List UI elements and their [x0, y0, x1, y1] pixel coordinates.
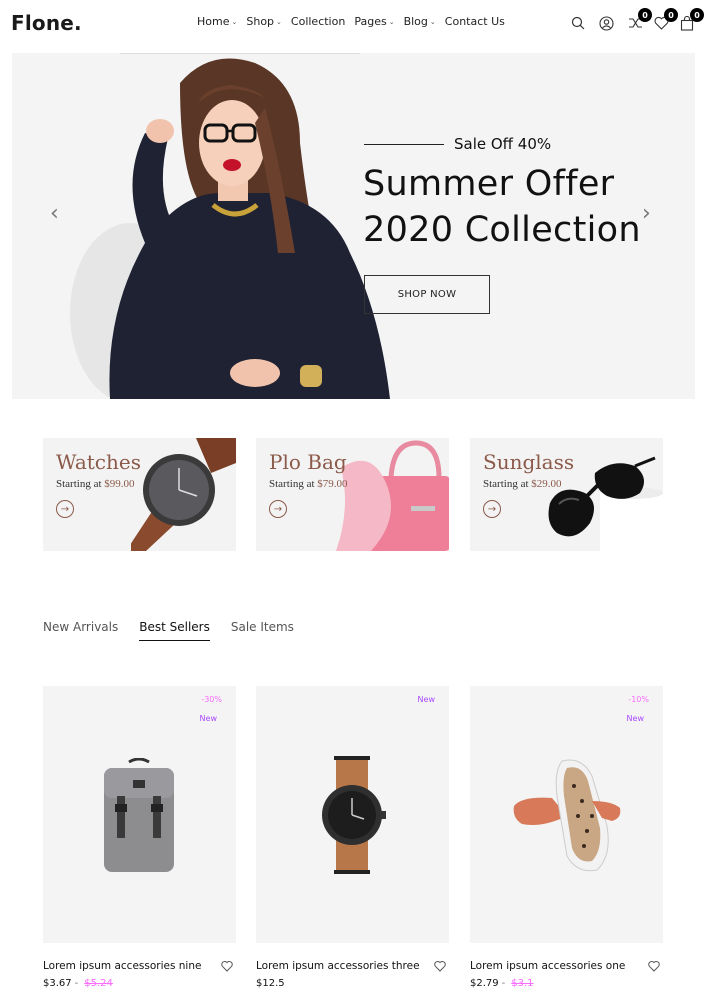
- banner-subtitle: Starting at $79.00: [269, 478, 348, 490]
- nav-item-home[interactable]: Home ⌄: [197, 15, 237, 28]
- slider-prev-arrow[interactable]: ‹: [50, 201, 59, 226]
- hero-title: Summer Offer 2020 Collection: [363, 161, 641, 253]
- heart-icon[interactable]: [221, 960, 233, 972]
- search-icon[interactable]: [569, 14, 587, 32]
- nav-label: Blog: [403, 15, 428, 28]
- header-icons: 0 0 0: [568, 8, 708, 36]
- wishlist-icon[interactable]: 0: [652, 8, 678, 32]
- cart-count-badge: 0: [690, 8, 704, 22]
- wishlist-count-badge: 0: [664, 8, 678, 22]
- product-tabs: New Arrivals Best Sellers Sale Items: [43, 620, 315, 641]
- arrow-right-icon[interactable]: →: [269, 500, 287, 518]
- price-separator: -: [74, 978, 79, 989]
- heart-icon[interactable]: [648, 960, 660, 972]
- banner-price: $79.00: [317, 478, 348, 490]
- slider-next-arrow[interactable]: ›: [642, 201, 651, 226]
- product-card[interactable]: New Lorem ipsum accessories three $12.5: [256, 686, 449, 989]
- banner-title: Watches: [56, 450, 141, 474]
- new-badge: New: [417, 695, 435, 704]
- product-card[interactable]: -10% New Lorem ipsum accessories one $2.…: [470, 686, 663, 989]
- nav-label: Pages: [354, 15, 387, 28]
- compare-icon[interactable]: 0: [626, 8, 652, 32]
- sale-line: [364, 143, 444, 145]
- chevron-down-icon: ⌄: [231, 17, 238, 26]
- nav-item-contact[interactable]: Contact Us: [445, 15, 505, 28]
- backpack-image: [104, 758, 174, 872]
- arrow-right-icon[interactable]: →: [483, 500, 501, 518]
- tab-sale-items[interactable]: Sale Items: [231, 620, 294, 641]
- chevron-down-icon: ⌄: [429, 17, 436, 26]
- nav-item-collection[interactable]: Collection: [291, 15, 345, 28]
- old-price: $3.1: [511, 978, 534, 989]
- banner-sunglass[interactable]: Sunglass Starting at $29.00 →: [470, 438, 663, 551]
- site-header: Flone. Home ⌄ Shop ⌄ Collection Pages ⌄ Blo…: [0, 0, 711, 48]
- compare-count-badge: 0: [638, 8, 652, 22]
- watch-image: [131, 438, 236, 551]
- account-icon[interactable]: [597, 14, 615, 32]
- product-price: $12.5: [256, 978, 285, 989]
- product-price: $2.79- $3.1: [470, 978, 534, 989]
- banner-starting: Starting at: [56, 478, 102, 490]
- sale-text: Sale Off 40%: [454, 135, 552, 153]
- main-nav: Home ⌄ Shop ⌄ Collection Pages ⌄ Blog ⌄ Cont…: [197, 15, 514, 28]
- banner-watches[interactable]: Watches Starting at $99.00 →: [43, 438, 236, 551]
- nav-label: Collection: [290, 15, 346, 28]
- nav-label: Home: [197, 15, 230, 28]
- chevron-down-icon: ⌄: [276, 17, 282, 26]
- product-image[interactable]: -10% New: [470, 686, 663, 943]
- product-name[interactable]: Lorem ipsum accessories three: [256, 960, 420, 972]
- chevron-down-icon: ⌄: [388, 17, 395, 26]
- arrow-right-icon[interactable]: →: [56, 500, 74, 518]
- current-price: $12.5: [256, 978, 285, 989]
- new-badge: New: [199, 714, 217, 723]
- watch-image: [322, 756, 386, 874]
- tab-new-arrivals[interactable]: New Arrivals: [43, 620, 118, 641]
- current-price: $2.79: [470, 978, 499, 989]
- product-name[interactable]: Lorem ipsum accessories one: [470, 960, 625, 972]
- tab-best-sellers[interactable]: Best Sellers: [139, 620, 210, 641]
- banner-price: $29.00: [531, 478, 562, 490]
- old-price: $5.24: [84, 978, 113, 989]
- product-image[interactable]: -30% New: [43, 686, 236, 943]
- new-badge: New: [626, 714, 644, 723]
- product-name[interactable]: Lorem ipsum accessories nine: [43, 960, 201, 972]
- current-price: $3.67: [43, 978, 72, 989]
- hero-title-line2: 2020 Collection: [363, 210, 641, 250]
- banner-subtitle: Starting at $29.00: [483, 478, 562, 490]
- hero-title-line1: Summer Offer: [363, 164, 615, 204]
- banner-bag[interactable]: Plo Bag Starting at $79.00 →: [256, 438, 449, 551]
- discount-badge: -30%: [201, 695, 222, 704]
- hero-slider: ‹ › Sale Off 40% Summer Offer 2020 Colle…: [12, 53, 695, 399]
- banner-starting: Starting at: [269, 478, 315, 490]
- product-card[interactable]: -30% New Lorem ipsum accessories nine $3…: [43, 686, 236, 989]
- banner-subtitle: Starting at $99.00: [56, 478, 135, 490]
- nav-label: Contact Us: [444, 15, 505, 28]
- product-image[interactable]: New: [256, 686, 449, 943]
- shoe-image: [513, 759, 621, 872]
- sale-row: Sale Off 40%: [364, 135, 551, 153]
- banner-title: Plo Bag: [269, 450, 347, 474]
- nav-item-shop[interactable]: Shop ⌄: [246, 15, 282, 28]
- nav-label: Shop: [246, 15, 275, 28]
- price-separator: -: [501, 978, 506, 989]
- nav-item-pages[interactable]: Pages ⌄: [354, 15, 394, 28]
- product-price: $3.67- $5.24: [43, 978, 113, 989]
- nav-item-blog[interactable]: Blog ⌄: [404, 15, 436, 28]
- cart-icon[interactable]: 0: [678, 8, 704, 32]
- bag-image: [336, 440, 449, 551]
- banner-title: Sunglass: [483, 450, 575, 474]
- banner-starting: Starting at: [483, 478, 529, 490]
- heart-icon[interactable]: [434, 960, 446, 972]
- banner-price: $99.00: [104, 478, 135, 490]
- shop-now-button[interactable]: SHOP NOW: [364, 275, 490, 314]
- discount-badge: -10%: [628, 695, 649, 704]
- logo[interactable]: Flone.: [11, 11, 82, 35]
